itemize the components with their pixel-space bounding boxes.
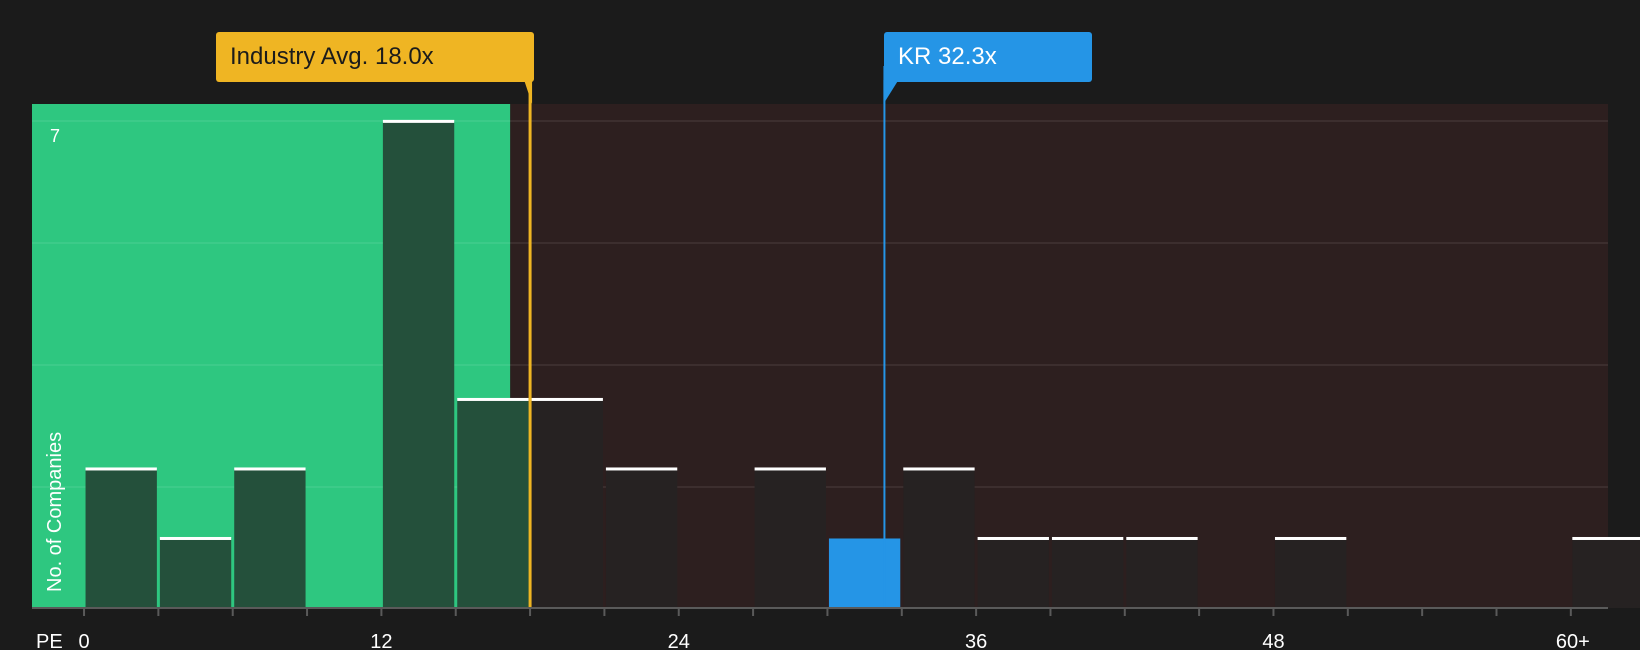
x-tick-label: 24 [668, 631, 690, 650]
pe-distribution-chart: 0 12 24 36 48 60+ PE [32, 66, 1640, 650]
bar-cap [531, 397, 603, 401]
histogram-bar [85, 468, 157, 608]
x-tick-label: 60+ [1556, 631, 1590, 650]
histogram-bar [605, 468, 678, 608]
histogram-bar [1572, 538, 1640, 608]
bar-cap [457, 397, 529, 401]
industry-average-label: Industry Avg. 18.0x [230, 43, 434, 70]
company-pe-callout: KR 32.3x [884, 32, 1092, 82]
bar-cap [382, 119, 455, 123]
histogram-bar [531, 399, 603, 608]
industry-average-callout: Industry Avg. 18.0x [216, 32, 534, 82]
histogram-bar [1051, 538, 1124, 608]
bar-cap [1051, 536, 1124, 540]
x-tick-label: 0 [78, 631, 89, 650]
bar-cap [903, 467, 975, 471]
histogram-bar [234, 468, 306, 608]
histogram-bar [1274, 538, 1347, 608]
bar-cap [754, 467, 826, 471]
company-callout-pointer [883, 80, 899, 104]
x-tick-label: 36 [965, 631, 987, 650]
histogram-bar [159, 538, 232, 608]
histogram-bar [754, 468, 826, 608]
y-tick-label: 7 [50, 126, 61, 146]
x-tick-label: 48 [1262, 631, 1284, 650]
company-pe-label: KR 32.3x [898, 43, 997, 70]
bar-cap [85, 467, 157, 471]
bar-cap [1274, 536, 1347, 540]
bar-cap [605, 467, 678, 471]
x-axis-label: PE [36, 631, 63, 650]
histogram-bar [1126, 538, 1198, 608]
bar-cap [234, 467, 306, 471]
histogram-bar [457, 399, 529, 608]
bar-cap [159, 536, 232, 540]
bar-cap [1126, 536, 1198, 540]
histogram-bar [903, 468, 975, 608]
histogram-bar [828, 538, 901, 608]
bar-cap [977, 536, 1049, 540]
y-axis-label: No. of Companies [44, 431, 66, 592]
histogram-bar [382, 121, 455, 609]
histogram-bar [977, 538, 1049, 608]
bar-cap [1572, 536, 1640, 540]
x-tick-label: 12 [370, 631, 392, 650]
